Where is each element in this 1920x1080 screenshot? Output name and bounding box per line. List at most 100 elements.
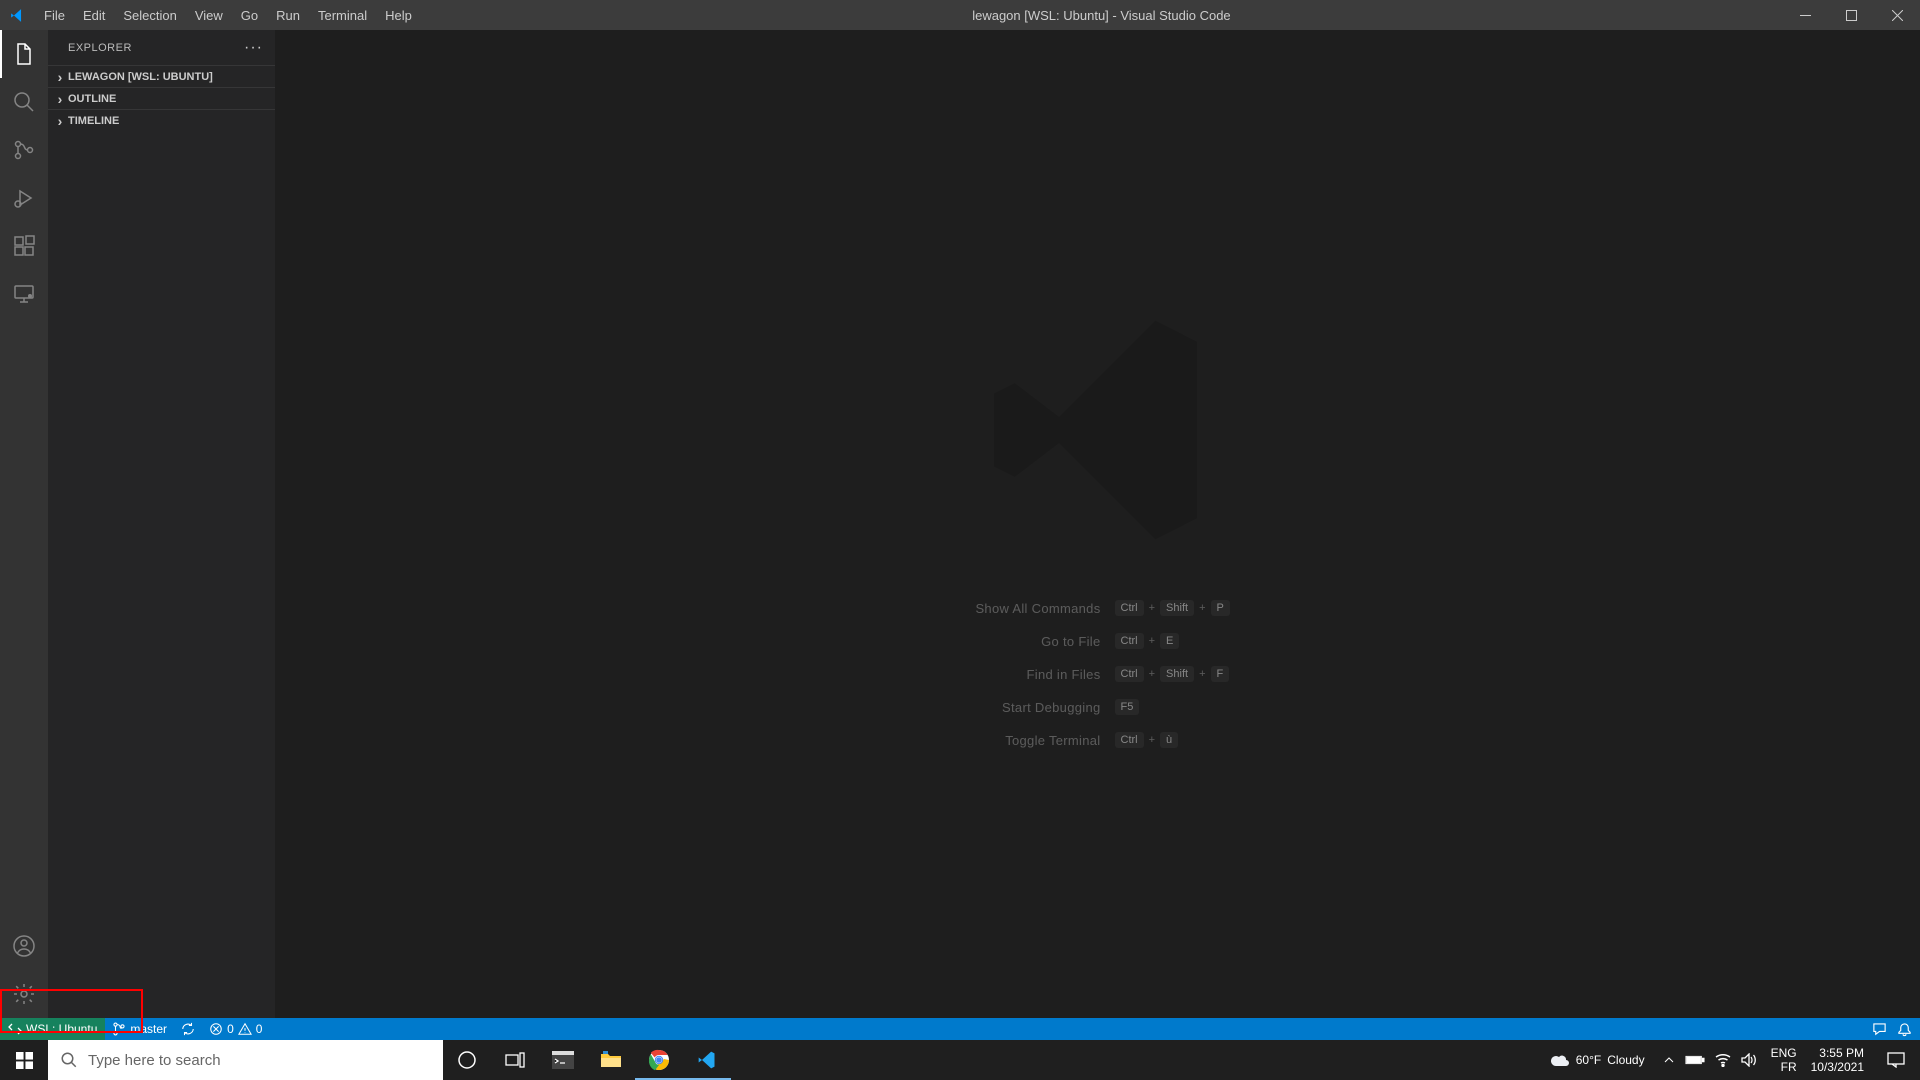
menu-view[interactable]: View — [186, 0, 232, 30]
menu-file[interactable]: File — [35, 0, 74, 30]
remote-label: WSL: Ubuntu — [26, 1022, 97, 1036]
cortana-icon[interactable] — [443, 1040, 491, 1080]
plus-separator: + — [1149, 668, 1155, 680]
extensions-icon[interactable] — [0, 222, 48, 270]
plus-separator: + — [1199, 668, 1205, 680]
chevron-right-icon: › — [52, 113, 68, 129]
plus-separator: + — [1149, 602, 1155, 614]
accounts-icon[interactable] — [0, 922, 48, 970]
error-icon — [209, 1022, 223, 1036]
keycap: F5 — [1115, 699, 1140, 715]
system-tray — [1655, 1053, 1765, 1067]
windows-taskbar: Type here to search 60°F Cloudy ENG FR 3… — [0, 1040, 1920, 1080]
shortcut-keys: Ctrl+ù — [1115, 732, 1295, 748]
task-view-icon[interactable] — [491, 1040, 539, 1080]
vscode-app-icon[interactable] — [683, 1040, 731, 1080]
explorer-icon[interactable] — [0, 30, 48, 78]
window-title: lewagon [WSL: Ubuntu] - Visual Studio Co… — [421, 8, 1782, 23]
weather-widget[interactable]: 60°F Cloudy — [1540, 1052, 1655, 1068]
windows-logo-icon — [16, 1052, 33, 1069]
bell-icon[interactable] — [1897, 1022, 1912, 1037]
window-controls — [1782, 0, 1920, 30]
plus-separator: + — [1149, 635, 1155, 647]
shortcut-label: Start Debugging — [901, 700, 1101, 715]
menu-help[interactable]: Help — [376, 0, 421, 30]
error-count: 0 — [227, 1022, 234, 1036]
chevron-right-icon: › — [52, 91, 68, 107]
weather-cond: Cloudy — [1607, 1053, 1644, 1067]
close-button[interactable] — [1874, 0, 1920, 30]
title-bar: File Edit Selection View Go Run Terminal… — [0, 0, 1920, 30]
branch-name: master — [130, 1022, 167, 1036]
file-explorer-app-icon[interactable] — [587, 1040, 635, 1080]
action-center-icon[interactable] — [1872, 1040, 1920, 1080]
settings-gear-icon[interactable] — [0, 970, 48, 1018]
shortcut-keys: Ctrl+E — [1115, 633, 1295, 649]
sidebar-section-timeline[interactable]: › TIMELINE — [48, 109, 275, 131]
shortcut-row: Toggle TerminalCtrl+ù — [901, 732, 1295, 748]
vscode-logo-icon — [0, 7, 35, 24]
branch-icon — [112, 1022, 126, 1036]
search-icon[interactable] — [0, 78, 48, 126]
keycap: ù — [1160, 732, 1178, 748]
tray-chevron-up-icon[interactable] — [1663, 1054, 1675, 1066]
cloud-icon — [1550, 1052, 1570, 1068]
shortcut-keys: Ctrl+Shift+F — [1115, 666, 1295, 682]
battery-icon[interactable] — [1685, 1054, 1705, 1066]
search-placeholder: Type here to search — [88, 1052, 221, 1069]
menu-go[interactable]: Go — [232, 0, 267, 30]
git-branch-item[interactable]: master — [105, 1018, 174, 1040]
minimize-button[interactable] — [1782, 0, 1828, 30]
keycap: P — [1211, 600, 1230, 616]
clock[interactable]: 3:55 PM 10/3/2021 — [1803, 1046, 1872, 1074]
sync-item[interactable] — [174, 1018, 202, 1040]
sidebar-section-label: LEWAGON [WSL: UBUNTU] — [68, 71, 213, 83]
shortcut-label: Go to File — [901, 634, 1101, 649]
sidebar-title: EXPLORER — [68, 42, 132, 54]
sidebar: EXPLORER ··· › LEWAGON [WSL: UBUNTU] › O… — [48, 30, 275, 1018]
menu-edit[interactable]: Edit — [74, 0, 114, 30]
chrome-app-icon[interactable] — [635, 1040, 683, 1080]
keycap: Ctrl — [1115, 600, 1144, 616]
search-icon — [60, 1051, 78, 1069]
menu-terminal[interactable]: Terminal — [309, 0, 376, 30]
keycap: Ctrl — [1115, 732, 1144, 748]
remote-icon — [8, 1023, 22, 1035]
sidebar-section-label: OUTLINE — [68, 93, 116, 105]
sidebar-more-icon[interactable]: ··· — [244, 39, 263, 57]
terminal-app-icon[interactable] — [539, 1040, 587, 1080]
keycap: F — [1211, 666, 1230, 682]
warning-icon — [238, 1022, 252, 1036]
warning-count: 0 — [256, 1022, 263, 1036]
status-bar: WSL: Ubuntu master 0 0 — [0, 1018, 1920, 1040]
maximize-button[interactable] — [1828, 0, 1874, 30]
sidebar-section-project[interactable]: › LEWAGON [WSL: UBUNTU] — [48, 65, 275, 87]
taskbar-search[interactable]: Type here to search — [48, 1040, 443, 1080]
keycap: Ctrl — [1115, 633, 1144, 649]
run-debug-icon[interactable] — [0, 174, 48, 222]
problems-item[interactable]: 0 0 — [202, 1018, 269, 1040]
feedback-icon[interactable] — [1872, 1022, 1887, 1037]
source-control-icon[interactable] — [0, 126, 48, 174]
remote-explorer-icon[interactable] — [0, 270, 48, 318]
shortcut-row: Start Debugging F5 — [901, 699, 1295, 715]
editor-watermark: Show All CommandsCtrl+Shift+PGo to FileC… — [901, 300, 1295, 748]
lang-secondary: FR — [1781, 1060, 1797, 1074]
sidebar-header: EXPLORER ··· — [48, 30, 275, 65]
shortcut-row: Show All CommandsCtrl+Shift+P — [901, 600, 1295, 616]
editor-area: Show All CommandsCtrl+Shift+PGo to FileC… — [275, 30, 1920, 1018]
menu-bar: File Edit Selection View Go Run Terminal… — [35, 0, 421, 30]
shortcut-label: Find in Files — [901, 667, 1101, 682]
sidebar-section-outline[interactable]: › OUTLINE — [48, 87, 275, 109]
shortcut-keys: F5 — [1115, 699, 1295, 715]
menu-run[interactable]: Run — [267, 0, 309, 30]
language-indicator[interactable]: ENG FR — [1765, 1046, 1803, 1074]
start-button[interactable] — [0, 1040, 48, 1080]
menu-selection[interactable]: Selection — [114, 0, 185, 30]
shortcut-row: Go to FileCtrl+E — [901, 633, 1295, 649]
remote-wsl-badge[interactable]: WSL: Ubuntu — [0, 1018, 105, 1040]
wifi-icon[interactable] — [1715, 1053, 1731, 1067]
time: 3:55 PM — [1819, 1046, 1864, 1060]
volume-icon[interactable] — [1741, 1053, 1757, 1067]
sync-icon — [181, 1022, 195, 1036]
